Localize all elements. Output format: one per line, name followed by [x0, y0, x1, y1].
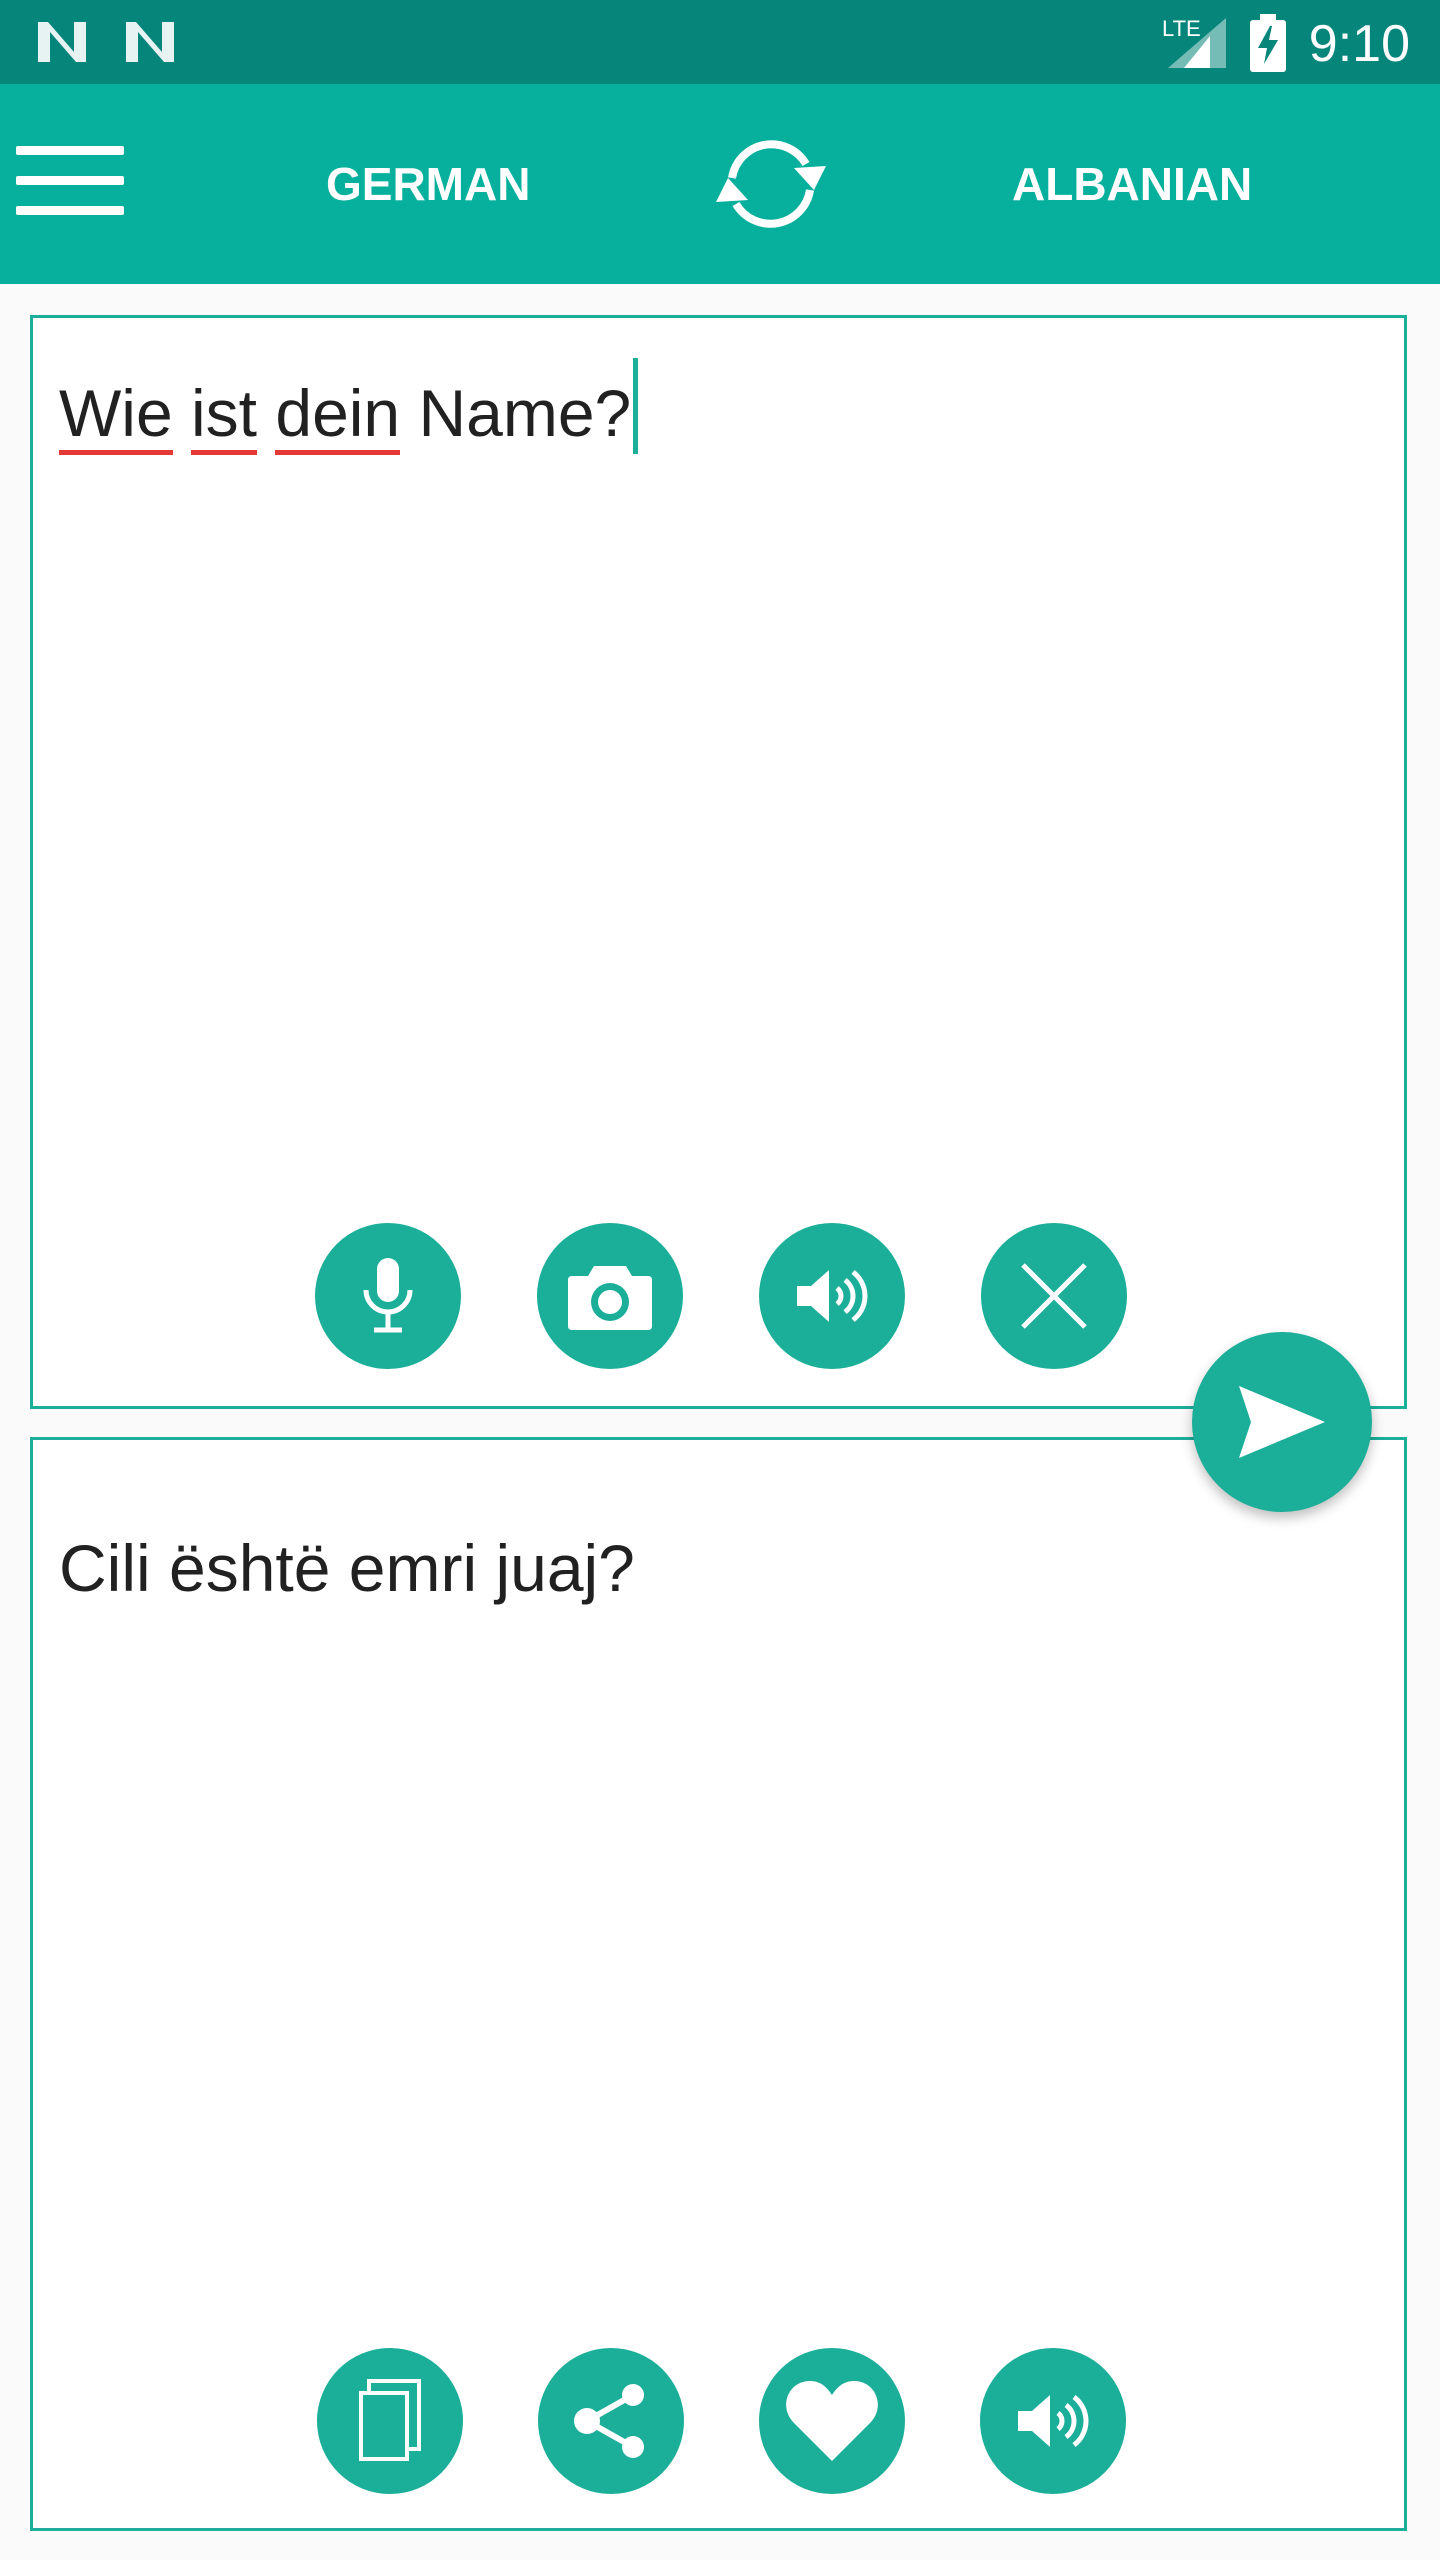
battery-charging-icon — [1250, 14, 1286, 72]
menu-icon — [16, 176, 124, 185]
speak-translation-button[interactable] — [980, 2348, 1126, 2494]
target-language-selector[interactable]: ALBANIAN — [1012, 84, 1252, 284]
status-bar: LTE 9:10 — [0, 0, 1440, 84]
swap-languages-icon — [716, 140, 826, 228]
source-language-selector[interactable]: GERMAN — [326, 84, 530, 284]
source-text-input[interactable]: Wie ist dein Name? — [59, 358, 639, 455]
send-icon — [1239, 1386, 1325, 1458]
speaker-icon — [1018, 2395, 1089, 2447]
favorite-icon — [786, 2381, 878, 2461]
camera-icon — [568, 1266, 652, 1330]
text-cursor — [633, 358, 639, 454]
n-notification-icon — [38, 22, 86, 62]
source-word: ist — [191, 376, 258, 455]
speak-source-button[interactable] — [759, 1223, 905, 1369]
status-clock: 9:10 — [1308, 15, 1410, 73]
copy-button[interactable] — [317, 2348, 463, 2494]
speaker-icon — [797, 1270, 868, 1322]
source-word: dein — [275, 376, 401, 455]
favorite-button[interactable] — [759, 2348, 905, 2494]
lte-signal-icon: LTE — [1162, 16, 1226, 68]
microphone-icon — [363, 1258, 413, 1333]
lte-label: LTE — [1162, 16, 1201, 41]
menu-icon — [16, 206, 124, 215]
copy-icon — [359, 2379, 421, 2461]
clear-icon — [1021, 1263, 1087, 1329]
menu-button[interactable] — [16, 146, 128, 224]
app-toolbar: GERMAN ALBANIAN — [0, 84, 1440, 284]
share-icon — [574, 2384, 644, 2458]
source-word: Name? — [418, 376, 632, 450]
source-text-panel[interactable]: Wie ist dein Name? — [30, 315, 1407, 1409]
source-word: Wie — [59, 376, 173, 455]
microphone-button[interactable] — [315, 1223, 461, 1369]
menu-icon — [16, 146, 124, 155]
n-notification-icon — [126, 22, 174, 62]
clear-text-button[interactable] — [981, 1223, 1127, 1369]
camera-button[interactable] — [537, 1223, 683, 1369]
swap-languages-button[interactable] — [710, 128, 832, 240]
translated-text: Cili është emri juaj? — [59, 1531, 635, 1605]
share-button[interactable] — [538, 2348, 684, 2494]
translate-button[interactable] — [1192, 1332, 1372, 1512]
translation-panel: Cili është emri juaj? — [30, 1437, 1407, 2531]
